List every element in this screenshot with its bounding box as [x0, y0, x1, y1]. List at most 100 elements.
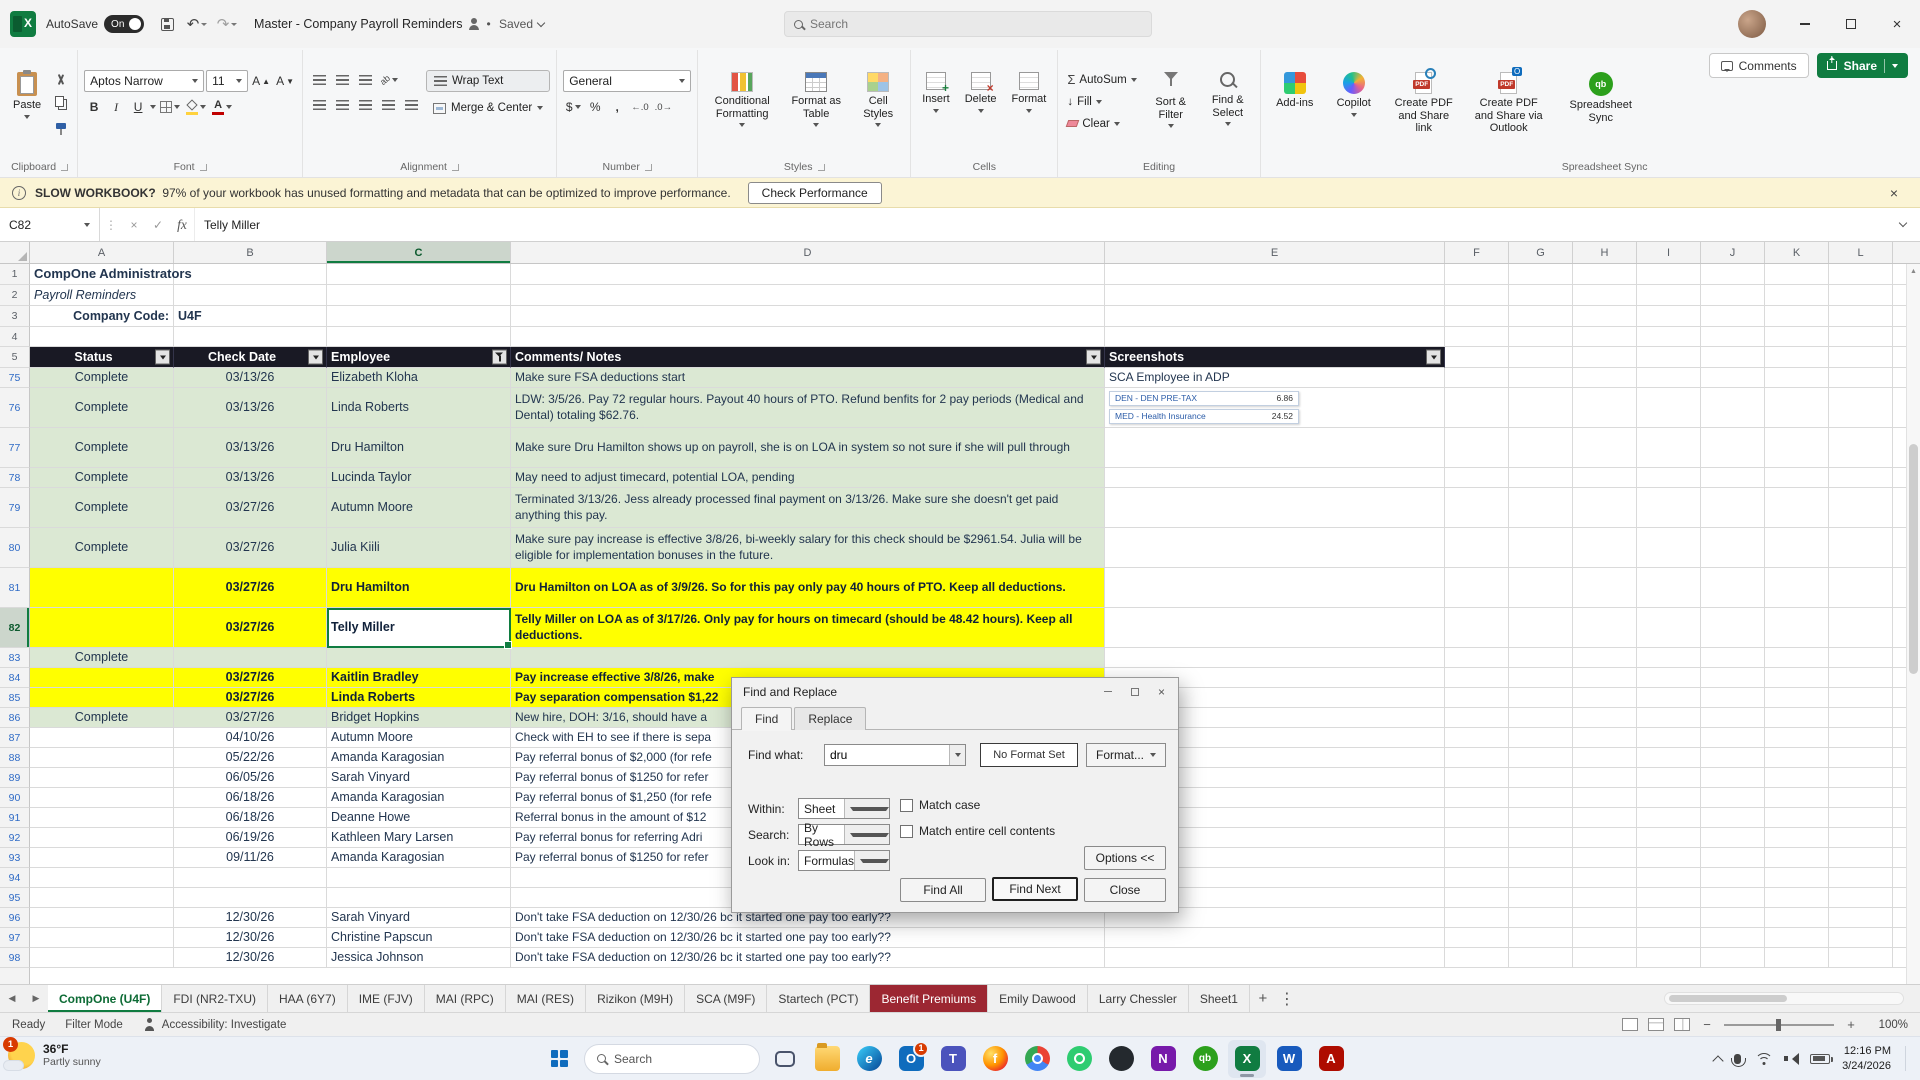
cell-C89[interactable]: Sarah Vinyard — [327, 768, 511, 788]
row-header-80[interactable]: 80 — [0, 528, 30, 568]
sheet-tab-startech-pct-[interactable]: Startech (PCT) — [767, 985, 871, 1012]
sheet-tab-emily-dawood[interactable]: Emily Dawood — [988, 985, 1088, 1012]
cell-D80[interactable]: Make sure pay increase is effective 3/8/… — [511, 528, 1105, 568]
vertical-scrollbar[interactable]: ▲ — [1906, 264, 1920, 984]
filter-mode-status[interactable]: Filter Mode — [65, 1019, 123, 1031]
row-header-83[interactable]: 83 — [0, 648, 30, 668]
screenshot-thumbnail[interactable]: DEN - DEN PRE-TAX 6.86 — [1109, 391, 1299, 406]
enter-icon[interactable]: ✓ — [146, 218, 170, 232]
cell-A2[interactable]: Payroll Reminders — [30, 285, 174, 306]
cell-D75[interactable]: Make sure FSA deductions start — [511, 368, 1105, 388]
zoom-out-button[interactable]: − — [1700, 1017, 1714, 1032]
spreadsheet-sync-button[interactable]: qb Spreadsheet Sync — [1562, 70, 1640, 126]
cell-D1[interactable] — [511, 264, 1105, 285]
chrome-icon[interactable] — [1018, 1040, 1056, 1078]
zoom-slider[interactable] — [1724, 1018, 1834, 1031]
comma-style-button[interactable]: , — [607, 97, 627, 117]
github-icon[interactable] — [1102, 1040, 1140, 1078]
cell-B75[interactable]: 03/13/26 — [174, 368, 327, 388]
row-header-93[interactable]: 93 — [0, 848, 30, 868]
delete-cells-button[interactable]: Delete — [960, 70, 1002, 115]
cell-D4[interactable] — [511, 327, 1105, 347]
font-size-combo[interactable]: 11 — [206, 70, 249, 92]
horizontal-scrollbar[interactable] — [1664, 992, 1904, 1005]
cell-B88[interactable]: 05/22/26 — [174, 748, 327, 768]
share-button[interactable]: Share — [1816, 53, 1908, 78]
column-header-G[interactable]: G — [1509, 242, 1573, 263]
cell-B84[interactable]: 03/27/26 — [174, 668, 327, 688]
search-input[interactable] — [810, 17, 1142, 31]
teams-icon[interactable]: T — [934, 1040, 972, 1078]
sheet-tab-larry-chessler[interactable]: Larry Chessler — [1088, 985, 1189, 1012]
cell-A76[interactable]: Complete — [30, 388, 174, 428]
cell-E98[interactable] — [1105, 948, 1445, 968]
create-pdf-share-link-button[interactable]: Create PDF and Share link — [1385, 68, 1463, 137]
font-color-button[interactable]: A — [210, 97, 234, 117]
sort-filter-button[interactable]: Sort & Filter — [1145, 70, 1197, 130]
check-performance-button[interactable]: Check Performance — [747, 181, 882, 204]
cell-B96[interactable]: 12/30/26 — [174, 908, 327, 928]
row-header-81[interactable]: 81 — [0, 568, 30, 608]
format-as-table-button[interactable]: Format as Table — [785, 70, 847, 129]
excel-logo[interactable] — [10, 11, 36, 37]
quickbooks-icon[interactable]: qb — [1186, 1040, 1224, 1078]
header-cell-C5[interactable]: Employee — [327, 347, 511, 368]
document-title[interactable]: Master - Company Payroll Reminders — [254, 17, 462, 31]
cell-C87[interactable]: Autumn Moore — [327, 728, 511, 748]
sheet-tab-fdi-nr2-txu-[interactable]: FDI (NR2-TXU) — [162, 985, 269, 1012]
cell-D83[interactable] — [511, 648, 1105, 668]
cell-C81[interactable]: Dru Hamilton — [327, 568, 511, 608]
cell-B83[interactable] — [174, 648, 327, 668]
cell-C98[interactable]: Jessica Johnson — [327, 948, 511, 968]
wrap-text-button[interactable]: Wrap Text — [426, 70, 551, 92]
sheet-tab-compone-u4f-[interactable]: CompOne (U4F) — [48, 985, 163, 1012]
row-header-5[interactable]: 5 — [0, 347, 30, 368]
fill-button[interactable]: ↓ Fill — [1064, 92, 1139, 111]
sheet-tab-sca-m9f-[interactable]: SCA (M9F) — [685, 985, 768, 1012]
cell-B97[interactable]: 12/30/26 — [174, 928, 327, 948]
cell-C76[interactable]: Linda Roberts — [327, 388, 511, 428]
header-cell-B5[interactable]: Check Date — [174, 347, 327, 368]
edge-icon[interactable]: e — [850, 1040, 888, 1078]
cell-E1[interactable] — [1105, 264, 1445, 285]
tab-find[interactable]: Find — [741, 707, 793, 730]
row-header-98[interactable]: 98 — [0, 948, 30, 968]
cell-C86[interactable]: Bridget Hopkins — [327, 708, 511, 728]
cell-C82[interactable]: Telly Miller — [327, 608, 512, 649]
cell-A96[interactable] — [30, 908, 174, 928]
cell-B93[interactable]: 09/11/26 — [174, 848, 327, 868]
sheet-nav-left-icon[interactable]: ◀ — [0, 985, 24, 1012]
autosum-button[interactable]: Σ AutoSum — [1064, 70, 1139, 89]
cell-B1[interactable] — [174, 264, 327, 285]
format-painter-button[interactable] — [51, 116, 71, 136]
row-header-90[interactable]: 90 — [0, 788, 30, 808]
scroll-thumb[interactable] — [1669, 995, 1787, 1002]
cell-B95[interactable] — [174, 888, 327, 908]
cell-B85[interactable]: 03/27/26 — [174, 688, 327, 708]
cell-A85[interactable] — [30, 688, 174, 708]
cell-B86[interactable]: 03/27/26 — [174, 708, 327, 728]
dialog-launcher-icon[interactable] — [817, 163, 825, 171]
drag-handle[interactable]: ⋮ — [100, 218, 122, 232]
align-middle-button[interactable] — [332, 70, 352, 90]
merge-center-button[interactable]: Merge & Center — [426, 97, 550, 119]
italic-button[interactable]: I — [106, 97, 126, 117]
sheet-nav-right-icon[interactable]: ▶ — [24, 985, 48, 1012]
create-pdf-share-outlook-button[interactable]: Create PDF and Share via Outlook — [1468, 67, 1550, 137]
copilot-button[interactable]: Copilot — [1328, 70, 1380, 119]
new-sheet-button[interactable]: + — [1250, 985, 1276, 1012]
cell-B89[interactable]: 06/05/26 — [174, 768, 327, 788]
row-header-91[interactable]: 91 — [0, 808, 30, 828]
volume-icon[interactable] — [1784, 1052, 1800, 1065]
column-header-C[interactable]: C — [327, 242, 511, 263]
zoom-level[interactable]: 100% — [1868, 1019, 1908, 1031]
copy-button[interactable] — [51, 93, 71, 113]
cell-E83[interactable] — [1105, 648, 1445, 668]
column-header-A[interactable]: A — [30, 242, 174, 263]
cell-E97[interactable] — [1105, 928, 1445, 948]
cell-A91[interactable] — [30, 808, 174, 828]
page-layout-view-button[interactable] — [1648, 1018, 1664, 1031]
word-icon[interactable]: W — [1270, 1040, 1308, 1078]
cell-A82[interactable] — [30, 608, 174, 648]
header-cell-D5[interactable]: Comments/ Notes — [511, 347, 1105, 368]
